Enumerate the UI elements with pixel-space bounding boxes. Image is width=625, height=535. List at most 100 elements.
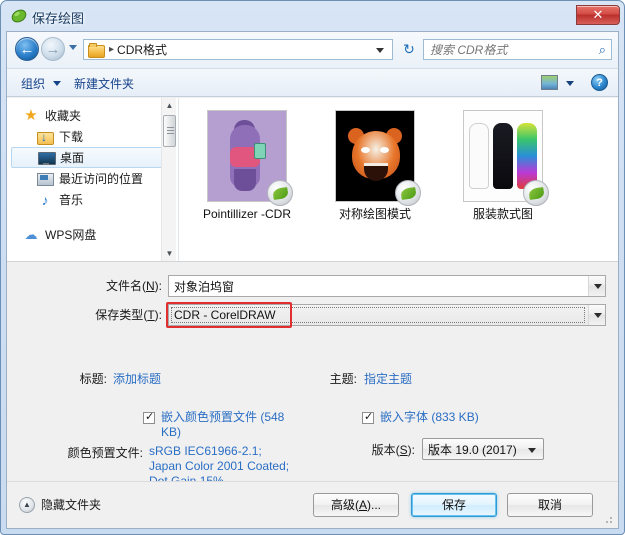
forward-arrow-glyph: →: [45, 41, 61, 58]
back-arrow-glyph: ←: [19, 41, 35, 58]
command-bar: 组织 新建文件夹 ?: [7, 68, 618, 97]
help-icon[interactable]: ?: [591, 74, 608, 91]
version-value: 版本 19.0 (2017): [428, 442, 517, 457]
save-options-area: 文件名(N): 对象泊坞窗 保存类型(T): CDR - CorelDRAW 标…: [7, 261, 618, 488]
navigation-pane: ★ 收藏夹 下载 桌面 最近访问的位置 ♪ 音乐: [7, 98, 179, 261]
dialog-body: ← → ▸ CDR格式 ↻ 搜索 CDR格式 ⌕ 组织 新建文件夹 ? ★ 收藏…: [6, 31, 619, 529]
sidebar-item-wps-cloud[interactable]: ☁ WPS网盘: [7, 224, 178, 245]
embed-color-profile-checkbox[interactable]: [143, 410, 155, 424]
save-drawing-dialog: 保存绘图 ✕ ← → ▸ CDR格式 ↻ 搜索 CDR格式 ⌕ 组织 新建文件夹…: [0, 0, 625, 535]
scroll-down-button[interactable]: ▼: [162, 246, 177, 261]
file-list: Pointillizer -CDR 对称绘图模式 服装款式图: [180, 98, 618, 261]
thumb-shape: [493, 123, 513, 189]
sidebar-item-label: 音乐: [59, 193, 84, 207]
cancel-button[interactable]: 取消: [507, 493, 593, 517]
list-item[interactable]: 对称绘图模式: [322, 110, 428, 261]
advanced-button[interactable]: 高级(A)...: [313, 493, 399, 517]
thumb-shape: [364, 163, 388, 181]
chevron-down-icon[interactable]: [588, 305, 605, 325]
version-label: 版本(S):: [371, 443, 415, 457]
desktop-icon: [38, 150, 56, 166]
filetype-row: 保存类型(T): CDR - CorelDRAW: [7, 302, 618, 328]
cloud-icon: ☁: [24, 226, 38, 242]
titlebar: 保存绘图 ✕: [1, 1, 625, 31]
recent-places-icon: [37, 171, 54, 187]
thumb-shape: [361, 147, 370, 153]
add-title-link[interactable]: 添加标题: [113, 370, 161, 387]
save-button[interactable]: 保存: [411, 493, 497, 517]
scrollbar-thumb[interactable]: [163, 115, 176, 147]
forward-arrow-icon[interactable]: →: [41, 37, 65, 61]
back-arrow-icon[interactable]: ←: [15, 37, 39, 61]
chevron-down-icon[interactable]: [566, 81, 574, 86]
embed-fonts-checkbox[interactable]: [362, 410, 374, 424]
search-icon[interactable]: ⌕: [599, 42, 606, 58]
embed-color-profile-label[interactable]: 嵌入颜色预置文件 (548 KB): [161, 410, 289, 440]
close-button[interactable]: ✕: [576, 5, 620, 25]
specify-subject-link[interactable]: 指定主题: [364, 370, 412, 387]
breadcrumb[interactable]: ▸ CDR格式: [83, 39, 393, 60]
dialog-title: 保存绘图: [32, 11, 85, 26]
new-folder-button[interactable]: 新建文件夹: [74, 75, 134, 92]
organize-menu[interactable]: 组织: [21, 75, 62, 92]
sidebar-item-label: 收藏夹: [45, 109, 82, 123]
hide-folders-button[interactable]: ▲ 隐藏文件夹: [19, 496, 101, 513]
thumbnail-wrapper: [463, 110, 549, 206]
coreldraw-file-badge: [267, 180, 293, 206]
sidebar-item-downloads[interactable]: 下载: [7, 126, 178, 147]
resize-grip[interactable]: [602, 513, 614, 525]
title-label: 标题:: [79, 372, 107, 386]
coreldraw-file-badge: [395, 180, 421, 206]
chevron-down-icon: [53, 81, 62, 86]
thumb-shape: [469, 123, 489, 189]
hide-folders-label: 隐藏文件夹: [41, 498, 102, 512]
thumb-shape: [380, 147, 389, 153]
coreldraw-balloon-icon: [11, 8, 28, 25]
filetype-label: 保存类型(T):: [95, 308, 162, 322]
version-select[interactable]: 版本 19.0 (2017): [422, 438, 544, 460]
focus-ring: [171, 307, 585, 323]
thumb-shape: [234, 169, 256, 191]
sidebar-item-label: WPS网盘: [45, 228, 97, 242]
address-bar: ← → ▸ CDR格式 ↻ 搜索 CDR格式 ⌕: [7, 32, 618, 68]
sidebar-item-music[interactable]: ♪ 音乐: [7, 189, 178, 210]
sidebar-item-label: 下载: [59, 130, 84, 144]
filename-input[interactable]: 对象泊坞窗: [168, 275, 606, 297]
chevron-down-icon[interactable]: [376, 48, 384, 53]
music-note-icon: ♪: [41, 191, 49, 208]
sidebar-item-label: 桌面: [60, 151, 85, 165]
subject-label: 主题:: [329, 372, 357, 386]
coreldraw-file-badge: [523, 180, 549, 206]
thumbnail-wrapper: [335, 110, 421, 206]
file-name-label: 服装款式图: [472, 207, 533, 221]
breadcrumb-separator: ▸: [109, 44, 115, 55]
filename-row: 文件名(N): 对象泊坞窗: [7, 275, 618, 297]
organize-label: 组织: [21, 77, 46, 91]
star-icon: ★: [24, 106, 38, 124]
refresh-icon[interactable]: ↻: [399, 40, 419, 59]
sidebar-item-recent-places[interactable]: 最近访问的位置: [7, 168, 178, 189]
list-item[interactable]: 服装款式图: [450, 110, 556, 261]
breadcrumb-path[interactable]: CDR格式: [117, 41, 167, 58]
embed-fonts-label[interactable]: 嵌入字体 (833 KB): [380, 410, 479, 425]
file-name-label: Pointillizer -CDR: [202, 207, 291, 221]
filetype-select[interactable]: CDR - CorelDRAW: [168, 304, 606, 326]
history-dropdown-icon[interactable]: [69, 45, 77, 50]
downloads-folder-icon: [37, 129, 54, 145]
chevron-down-icon: [528, 448, 536, 453]
sidebar-item-favorites[interactable]: ★ 收藏夹: [7, 105, 178, 126]
chevron-down-icon[interactable]: [588, 276, 605, 296]
list-item[interactable]: Pointillizer -CDR: [194, 110, 300, 261]
dialog-footer: ▲ 隐藏文件夹 高级(A)... 保存 取消: [7, 481, 618, 528]
navigation-scrollbar[interactable]: ▲ ▼: [161, 98, 176, 261]
search-box[interactable]: 搜索 CDR格式 ⌕: [423, 39, 612, 60]
thumbnail-wrapper: [207, 110, 293, 206]
view-picture-icon[interactable]: [541, 75, 558, 90]
sidebar-item-desktop[interactable]: 桌面: [11, 147, 174, 168]
search-input[interactable]: 搜索 CDR格式: [430, 41, 507, 58]
filename-label: 文件名(N):: [105, 279, 162, 293]
sidebar-item-label: 最近访问的位置: [59, 172, 144, 186]
scroll-up-button[interactable]: ▲: [162, 98, 177, 113]
filename-value: 对象泊坞窗: [174, 279, 235, 294]
